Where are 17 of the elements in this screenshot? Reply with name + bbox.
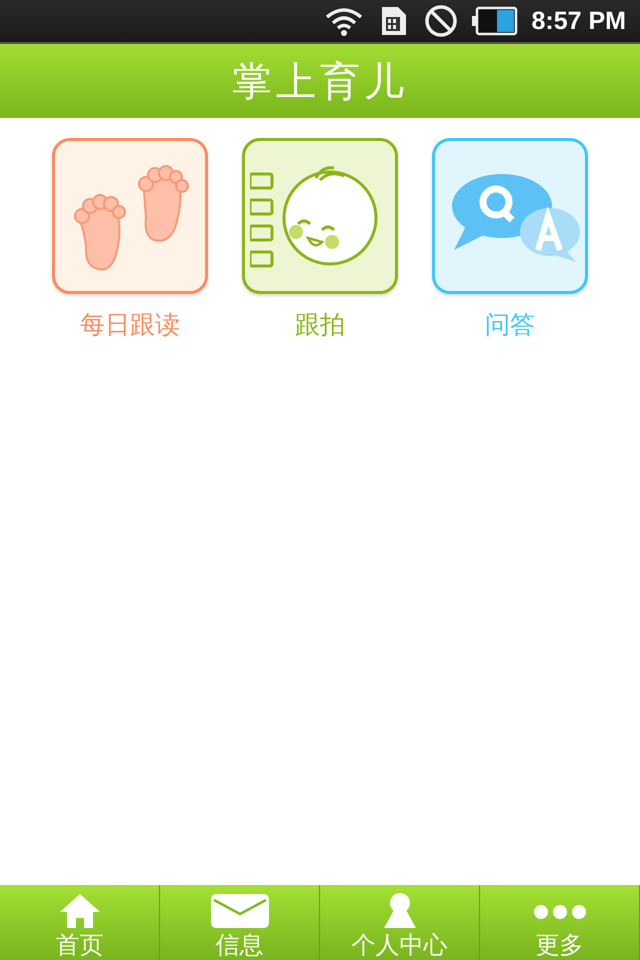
app-tile[interactable] [432,138,588,294]
envelope-icon [210,892,270,930]
nav-tab[interactable]: 信息 [160,885,320,960]
nav-tab[interactable]: 更多 [480,885,640,960]
clock-time: 8:57 PM [532,6,626,36]
app-title: 掌上育儿 [232,58,408,106]
battery-icon [472,6,518,36]
app-tile[interactable] [242,138,398,294]
home-icon [58,892,102,930]
tile-label: 跟拍 [295,309,345,341]
wifi-icon [324,6,364,36]
nav-tab[interactable]: 个人中心 [320,885,480,960]
blocked-icon [424,4,458,38]
tile-label: 每日跟读 [80,309,180,341]
tile-label: 问答 [485,309,535,341]
app-tile[interactable] [52,138,208,294]
nav-tab[interactable]: 首页 [0,885,160,960]
